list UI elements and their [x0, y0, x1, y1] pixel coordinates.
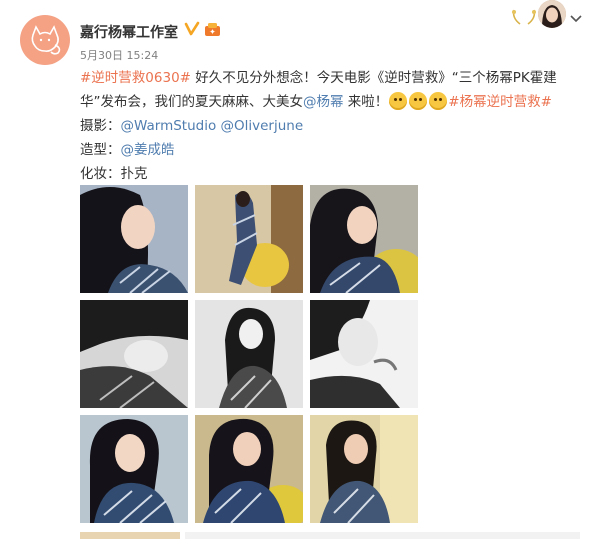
svg-text:✦: ✦ — [209, 28, 216, 37]
viewer-avatar — [538, 0, 566, 28]
post-body: #逆时营救0630# 好久不见分外想念！今天电影《逆时营救》“三个杨幂PK霍建 … — [80, 66, 568, 186]
chevron-down-icon[interactable] — [569, 14, 583, 24]
post-timestamp[interactable]: 5月30日 15:24 — [80, 47, 158, 63]
doge-emoji-icon — [409, 92, 428, 110]
photo-5[interactable] — [195, 300, 303, 408]
mention-link[interactable]: @WarmStudio @Oliverjune — [121, 118, 304, 134]
photo-grid — [80, 185, 420, 525]
post-text: 华”发布会，我们的夏天麻麻、大美女 — [80, 94, 303, 110]
author-name[interactable]: 嘉行杨幂工作室 — [80, 22, 178, 42]
photo-1[interactable] — [80, 185, 188, 293]
photo-9[interactable] — [310, 415, 418, 523]
next-post-divider — [185, 532, 580, 539]
mention-link[interactable]: @姜成皓 — [121, 142, 175, 158]
verified-v-icon — [184, 21, 200, 37]
wreath-icon — [512, 9, 536, 25]
post-text: 来啦！ — [343, 94, 389, 110]
post-text: 好久不见分外想念！今天电影《逆时营救》“三个杨幂PK霍建 — [190, 70, 557, 86]
hashtag-link[interactable]: #逆时营救0630# — [80, 70, 191, 86]
mention-link[interactable]: @杨幂 — [303, 94, 344, 110]
hashtag-link[interactable]: #杨幂逆时营救# — [448, 94, 552, 110]
member-medal-icon[interactable]: ✦ — [204, 22, 221, 37]
photo-3[interactable] — [310, 185, 418, 293]
photo-4[interactable] — [80, 300, 188, 408]
photo-7[interactable] — [80, 415, 188, 523]
photo-6[interactable] — [310, 300, 418, 408]
credit-label: 化妆： — [80, 166, 121, 182]
doge-emoji-icon — [389, 92, 408, 110]
credit-label: 造型： — [80, 142, 121, 158]
author-avatar[interactable] — [20, 15, 70, 65]
viewer-avatar-area[interactable] — [510, 0, 570, 30]
credit-value: 扑克 — [120, 166, 148, 182]
photo-8[interactable] — [195, 415, 303, 523]
fox-logo-icon — [31, 25, 61, 55]
doge-emoji-icon — [429, 92, 448, 110]
next-post-thumbnail — [80, 532, 180, 539]
credit-label: 摄影： — [80, 118, 121, 134]
photo-2[interactable] — [195, 185, 303, 293]
